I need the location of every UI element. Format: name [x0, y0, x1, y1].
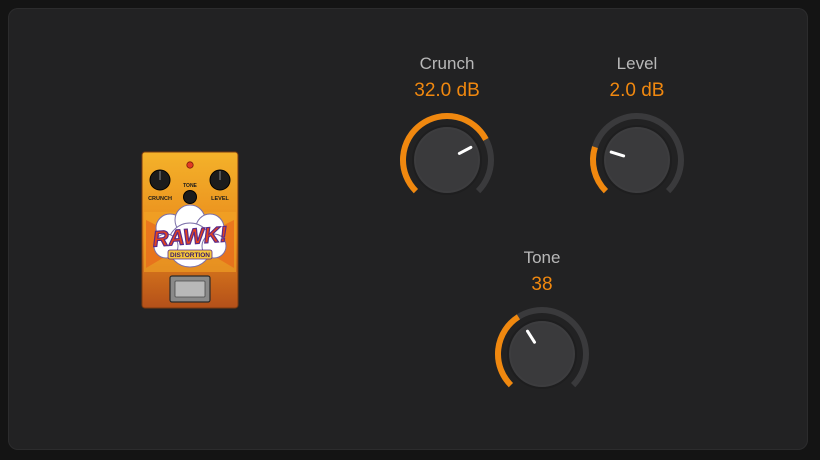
pedal-crunch-label: CRUNCH	[148, 196, 172, 202]
pedal-crunch-knob	[149, 169, 171, 191]
pedal-tone-knob	[183, 190, 197, 204]
pedal-level-label: LEVEL	[211, 196, 229, 202]
distortion-pedal-illustration: CRUNCH LEVEL TONE RAWK! DISTORTION	[141, 151, 239, 309]
pedal-tone-label: TONE	[183, 183, 197, 189]
pedal-footswitch	[169, 275, 211, 303]
tone-label: Tone	[523, 248, 561, 267]
pedal-model-text: DISTORTION	[170, 252, 210, 259]
crunch-value[interactable]: 32.0 dB	[387, 80, 507, 102]
tone-value[interactable]: 38	[482, 274, 602, 296]
level-control: Level 2.0 dB	[577, 54, 697, 212]
tone-knob[interactable]	[490, 302, 594, 406]
pedal-level-knob	[209, 169, 231, 191]
level-label: Level	[616, 54, 658, 73]
pedal-brand-text: RAWK!	[152, 221, 228, 251]
level-knob[interactable]	[585, 108, 689, 212]
level-value[interactable]: 2.0 dB	[577, 80, 697, 102]
crunch-label: Crunch	[419, 54, 475, 73]
crunch-knob[interactable]	[395, 108, 499, 212]
crunch-control: Crunch 32.0 dB	[387, 54, 507, 212]
tone-control: Tone 38	[482, 248, 602, 406]
